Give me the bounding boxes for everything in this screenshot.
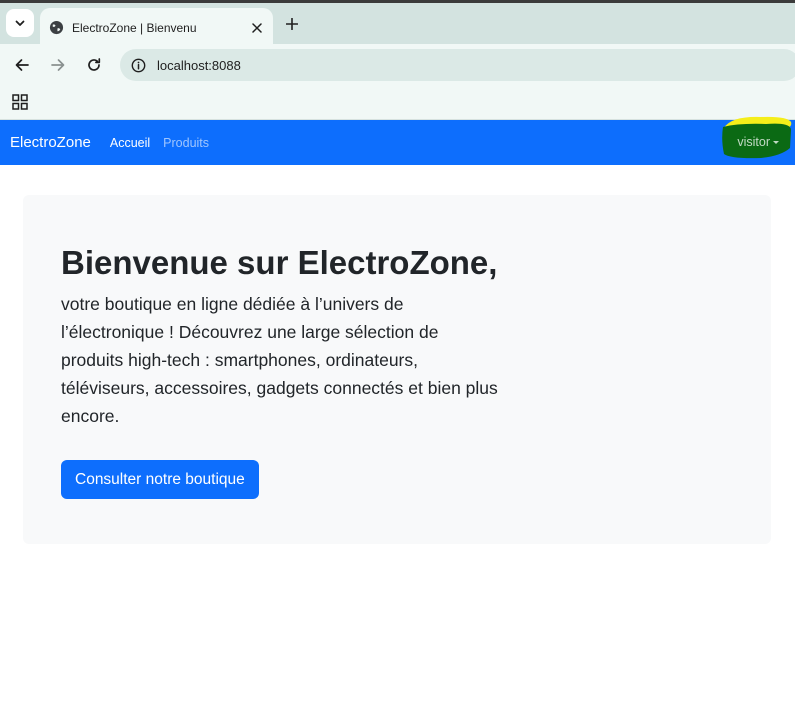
- globe-icon: [48, 20, 64, 36]
- address-bar[interactable]: localhost:8088: [120, 49, 795, 81]
- arrow-left-icon: [15, 59, 29, 71]
- close-icon[interactable]: [247, 18, 267, 38]
- shop-button[interactable]: Consulter notre boutique: [61, 460, 259, 499]
- forward-button[interactable]: [46, 53, 70, 77]
- site-navbar: ElectroZone Accueil Produits visitor: [0, 116, 795, 165]
- chevron-down-icon: [15, 20, 25, 26]
- tab-title: ElectroZone | Bienvenu: [72, 20, 197, 35]
- apps-grid-icon[interactable]: [12, 94, 28, 110]
- browser-tab-strip: ElectroZone | Bienvenu: [0, 0, 795, 47]
- arrow-right-icon: [51, 59, 65, 71]
- hero-title: Bienvenue sur ElectroZone,: [61, 244, 498, 281]
- reload-icon: [88, 58, 101, 71]
- nav-link-accueil[interactable]: Accueil: [110, 136, 150, 150]
- back-button[interactable]: [10, 53, 34, 77]
- bookmarks-bar: [0, 86, 795, 120]
- browser-toolbar: localhost:8088: [0, 44, 795, 86]
- caret-down-icon: [773, 140, 779, 144]
- navbar-brand[interactable]: ElectroZone: [10, 134, 91, 151]
- nav-link-produits[interactable]: Produits: [163, 136, 209, 150]
- info-icon[interactable]: [130, 57, 146, 73]
- hero-section: Bienvenue sur ElectroZone, votre boutiqu…: [23, 195, 771, 544]
- url-text: localhost:8088: [157, 57, 241, 73]
- user-menu-label: visitor: [737, 135, 770, 149]
- user-menu-dropdown[interactable]: visitor: [737, 135, 779, 149]
- browser-tab[interactable]: ElectroZone | Bienvenu: [40, 8, 273, 47]
- hero-description: votre boutique en ligne dédiée à l’unive…: [61, 294, 498, 426]
- plus-icon: [286, 18, 298, 30]
- reload-button[interactable]: [82, 53, 106, 77]
- tab-search-button[interactable]: [6, 9, 34, 37]
- new-tab-button[interactable]: [282, 14, 302, 34]
